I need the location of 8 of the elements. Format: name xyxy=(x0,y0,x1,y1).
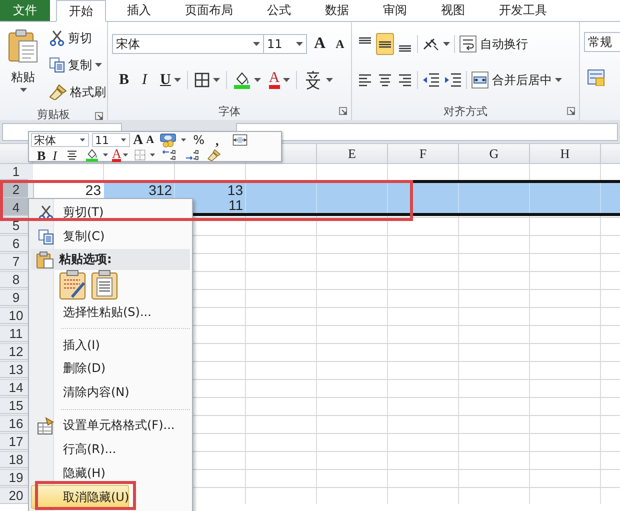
menu-heading: 粘贴选项: xyxy=(59,251,112,268)
group-title: 字体 xyxy=(218,104,241,118)
table-cell: 23 xyxy=(34,183,104,198)
table-cell-text: 312 xyxy=(148,183,173,198)
group-title: 对齐方式 xyxy=(444,104,488,118)
table-cell-text: 11 xyxy=(228,198,244,213)
group-title: 剪贴板 xyxy=(37,107,70,122)
table-cell-text: 13 xyxy=(227,183,244,198)
